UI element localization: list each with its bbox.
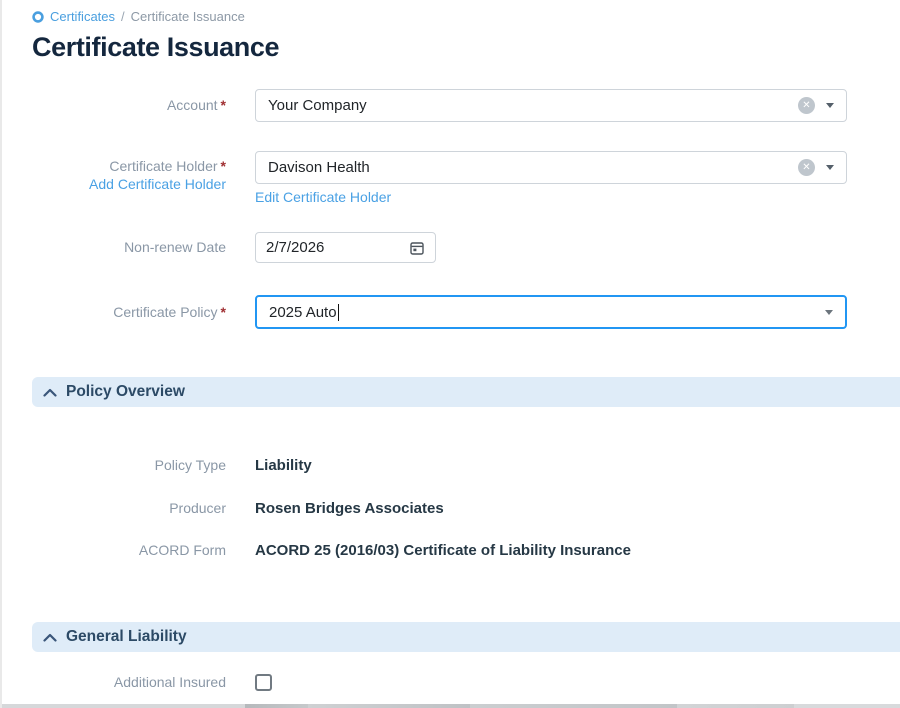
breadcrumb: Certificates / Certificate Issuance — [32, 9, 245, 24]
section-policy-overview-header[interactable]: Policy Overview — [32, 377, 900, 407]
certificate-holder-caret-down-icon[interactable] — [826, 165, 834, 170]
add-certificate-holder-link[interactable]: Add Certificate Holder — [2, 176, 226, 192]
account-label-text: Account — [167, 97, 218, 113]
breadcrumb-current: Certificate Issuance — [131, 9, 245, 24]
certificate-policy-label: Certificate Policy* — [2, 295, 226, 329]
text-caret — [338, 304, 339, 321]
certificate-policy-required-marker: * — [221, 304, 226, 320]
certificate-holder-required-marker: * — [221, 158, 226, 174]
certificates-ring-icon — [32, 11, 44, 23]
chevron-up-icon — [43, 388, 57, 397]
acord-form-value: ACORD 25 (2016/03) Certificate of Liabil… — [255, 542, 631, 559]
section-general-liability-title: General Liability — [66, 628, 187, 646]
certificate-holder-value: Davison Health — [268, 159, 370, 176]
acord-form-row: ACORD Form ACORD 25 (2016/03) Certificat… — [2, 542, 900, 559]
producer-value: Rosen Bridges Associates — [255, 500, 444, 517]
certificate-holder-row: Certificate Holder* Add Certificate Hold… — [2, 151, 900, 207]
certificate-policy-label-text: Certificate Policy — [113, 304, 217, 320]
additional-insured-checkbox[interactable] — [255, 674, 272, 691]
edit-certificate-holder-link[interactable]: Edit Certificate Holder — [255, 189, 391, 205]
non-renew-date-value: 2/7/2026 — [266, 239, 324, 256]
certificate-issuance-page: Certificates / Certificate Issuance Cert… — [0, 0, 900, 708]
additional-insured-row: Additional Insured — [2, 674, 900, 691]
policy-type-label: Policy Type — [2, 457, 226, 474]
chevron-up-icon — [43, 633, 57, 642]
cut-off-content-strip — [2, 704, 900, 708]
producer-label: Producer — [2, 500, 226, 517]
certificate-holder-label-text: Certificate Holder — [109, 158, 217, 174]
breadcrumb-separator: / — [121, 9, 125, 24]
non-renew-date-row: Non-renew Date 2/7/2026 — [2, 232, 900, 263]
non-renew-date-label: Non-renew Date — [2, 232, 226, 263]
certificate-policy-value: 2025 Auto — [269, 304, 337, 321]
breadcrumb-certificates-link[interactable]: Certificates — [50, 9, 115, 24]
certificate-holder-select[interactable]: Davison Health ✕ — [255, 151, 847, 184]
policy-type-value: Liability — [255, 457, 312, 474]
certificate-policy-row: Certificate Policy* 2025 Auto — [2, 295, 900, 329]
producer-row: Producer Rosen Bridges Associates — [2, 500, 900, 517]
non-renew-date-input[interactable]: 2/7/2026 — [255, 232, 436, 263]
account-select[interactable]: Your Company ✕ — [255, 89, 847, 122]
calendar-icon[interactable] — [409, 240, 425, 256]
certificate-holder-label-block: Certificate Holder* Add Certificate Hold… — [2, 151, 226, 207]
policy-type-row: Policy Type Liability — [2, 457, 900, 474]
account-clear-icon[interactable]: ✕ — [798, 97, 815, 114]
acord-form-label: ACORD Form — [2, 542, 226, 559]
page-title: Certificate Issuance — [32, 32, 279, 63]
certificate-holder-label: Certificate Holder* — [2, 158, 226, 174]
account-caret-down-icon[interactable] — [826, 103, 834, 108]
certificate-policy-select[interactable]: 2025 Auto — [255, 295, 847, 329]
account-label: Account* — [2, 89, 226, 122]
certificate-holder-clear-icon[interactable]: ✕ — [798, 159, 815, 176]
section-general-liability-header[interactable]: General Liability — [32, 622, 900, 652]
account-row: Account* Your Company ✕ — [2, 89, 900, 122]
account-value: Your Company — [268, 97, 367, 114]
certificate-policy-caret-down-icon[interactable] — [825, 310, 833, 315]
account-required-marker: * — [221, 97, 226, 113]
additional-insured-label: Additional Insured — [2, 674, 226, 691]
section-policy-overview-title: Policy Overview — [66, 383, 185, 401]
